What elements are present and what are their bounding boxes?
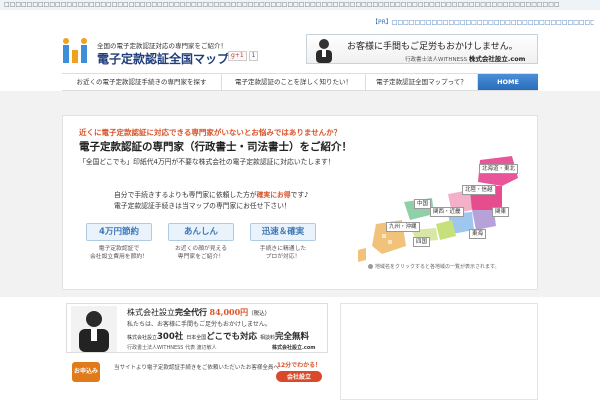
region-tokai[interactable]: 東海 — [469, 229, 487, 239]
sidebar-panel — [340, 303, 538, 400]
hero-line2: 電子定款認証手続きは当マップの専門家にお任せ下さい！ — [114, 202, 291, 210]
hero-line1-b: です♪ — [290, 191, 309, 199]
logo-icon[interactable] — [62, 38, 88, 64]
hero-subtitle: 「全国どこでも」印紙代4万円が不要な株式会社の電子定款認証に対応いたします！ — [79, 158, 335, 166]
hero-line1: 自分で手続きするよりも専門家に依頼した方が確実にお得です♪ — [114, 189, 309, 199]
ad-hl-caption: 相談料 — [259, 335, 275, 341]
nav-home[interactable]: HOME — [478, 74, 538, 90]
region-chugoku[interactable]: 中国 — [414, 199, 432, 209]
ad-headline-lead: 株式会社設立 — [127, 308, 175, 317]
nav-find-expert[interactable]: お近くの電子定款認証手続きの専門家を探す — [62, 74, 222, 90]
ad-highlights: 株式会社設立300社 日本全国どこでも対応 相談料完全無料 — [127, 330, 309, 342]
lower-promo: お申込み 当サイトより電子定款認証手続きをご依頼いただいたお客様全員へ 12分で… — [66, 358, 328, 400]
ad-headline: 株式会社設立完全代行 84,000円（税込） — [127, 307, 270, 318]
ad-hl-caption: 日本全国 — [186, 335, 207, 341]
bubble-headline: 12分でわかる！ — [276, 362, 322, 369]
bubble-label: 会社設立 — [276, 371, 322, 382]
hero-title: 電子定款認証の専門家（行政書士・司法書士）をご紹介！ — [79, 141, 352, 153]
ad-headline-bold: 完全代行 — [175, 307, 207, 317]
feature-label: 迅速＆確実 — [250, 223, 316, 241]
hero-line1-highlight: 確実にお得 — [256, 191, 291, 199]
ad-hl-value: 完全無料 — [274, 332, 309, 342]
ad-representative: 行政書士法人WITHNESS 代表 渡辺敏人 — [127, 345, 217, 351]
representative-photo-icon — [71, 306, 117, 352]
gplus-count: 1 — [248, 51, 259, 61]
hero-question: 近くに電子定款認証に対応できる専門家がいないとお悩みではありませんか？ — [79, 128, 342, 137]
region-shikoku[interactable]: 四国 — [413, 237, 431, 247]
region-kansai-kinki[interactable]: 関西・近畿 — [430, 207, 464, 217]
region-kanto[interactable]: 関東 — [492, 207, 510, 217]
social-buttons: g+1 1 — [228, 51, 259, 61]
gplus-button[interactable]: g+1 — [228, 51, 247, 61]
region-hokkaido-tohoku[interactable]: 北海道・東北 — [479, 164, 519, 174]
region-kyushu-okinawa[interactable]: 九州・沖縄 — [386, 222, 420, 232]
nav-about-map[interactable]: 電子定款認証全国マップって？ — [366, 74, 478, 90]
hero-line1-a: 自分で手続きするよりも専門家に依頼した方が — [114, 191, 257, 199]
company-setup-ad[interactable]: 株式会社設立完全代行 84,000円（税込） 私たちは、お客様に手間もご足労もお… — [66, 303, 328, 353]
ad-price: 84,000円 — [209, 307, 249, 317]
banner-firm: 行政書士法人WITHNESS 株式会社設立.com — [405, 53, 525, 63]
info-icon — [368, 264, 373, 269]
ad-promise: 私たちは、お客様に手間もご足労もおかけしません。 — [127, 321, 271, 328]
feature-savings: 4万円節約 電子定款認証で 会社設立費用を節約！ — [86, 223, 152, 269]
banner-firm-name: 行政書士法人WITHNESS — [405, 57, 468, 63]
feature-reassurance: あんしん お近くの顔が見える 専門家をご紹介！ — [168, 223, 234, 269]
feature-label: 4万円節約 — [86, 223, 152, 241]
banner-company: 株式会社設立.com — [468, 55, 526, 63]
header-banner[interactable]: お客様に手間もご足労もおかけしません。 行政書士法人WITHNESS 株式会社設… — [306, 34, 538, 64]
site-tagline: 全国の電子定款認証対応の専門家をご紹介！ — [97, 42, 227, 50]
feature-desc: 電子定款認証で 会社設立費用を節約！ — [90, 246, 148, 260]
pr-link[interactable]: 【PR】□□□□□□□□□□□□□□□□□□□□□□□□□□□□□□□□□□□□… — [372, 17, 594, 26]
feature-desc: 手続きに精通した プロが対応！ — [259, 246, 307, 260]
ad-hl-value: どこでも対応 — [206, 332, 257, 342]
banner-headline: お客様に手間もご足労もおかけしません。 — [347, 42, 518, 52]
ad-logo: 株式会社設立.com — [272, 345, 316, 351]
promo-bubble[interactable]: 12分でわかる！ 会社設立 — [276, 360, 322, 400]
map-caption-text: 地域名をクリックすると各地域の一覧が表示されます。 — [375, 264, 500, 270]
ad-hl-caption: 株式会社設立 — [127, 335, 158, 341]
person-photo-icon — [316, 39, 332, 63]
ad-hl-value: 300社 — [157, 332, 184, 342]
feature-desc: お近くの顔が見える 専門家をご紹介！ — [175, 246, 227, 260]
site-title[interactable]: 電子定款認証全国マップ — [97, 50, 229, 67]
ad-tax: （税込） — [248, 311, 271, 317]
feature-label: あんしん — [168, 223, 234, 241]
apply-badge[interactable]: お申込み — [72, 362, 100, 382]
nav-learn-more[interactable]: 電子定款認証のことを詳しく知りたい！ — [222, 74, 366, 90]
feature-speed: 迅速＆確実 手続きに精通した プロが対応！ — [250, 223, 316, 269]
lower-promo-text: 当サイトより電子定款認証手続きをご依頼いただいたお客様全員へ — [114, 365, 279, 371]
map-caption: 地域名をクリックすると各地域の一覧が表示されます。 — [368, 263, 500, 270]
main-nav: お近くの電子定款認証手続きの専門家を探す 電子定款認証のことを詳しく知りたい！ … — [62, 73, 538, 91]
top-strip: □□□□□□□□□□□□□□□□□□□□□□□□□□□□□□□□□□□□□□□□… — [0, 0, 600, 10]
region-hokuriku-shinetsu[interactable]: 北陸・信越 — [462, 185, 496, 195]
